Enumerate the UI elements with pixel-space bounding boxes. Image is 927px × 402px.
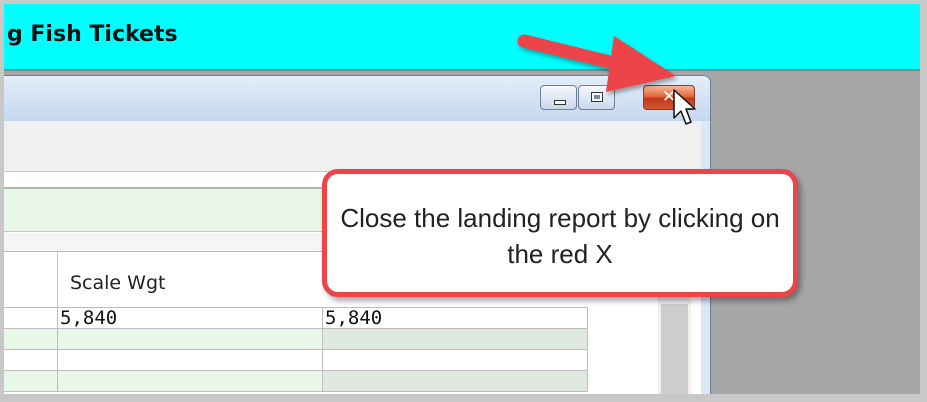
arrow-head (606, 36, 676, 92)
red-arrow (517, 34, 676, 92)
cursor-icon (673, 89, 696, 125)
screenshot-frame: g Fish Tickets ✕ Scale Wgt 5,840 5,840 C… (4, 4, 920, 394)
